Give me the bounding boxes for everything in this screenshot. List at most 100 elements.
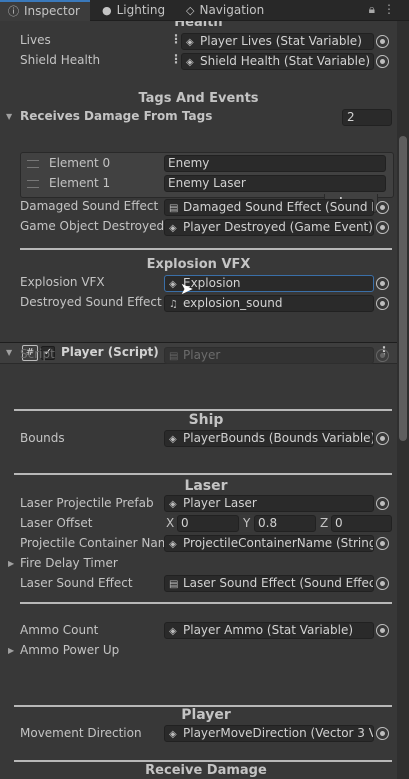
projectile-container-field[interactable]: ◈ ProjectileContainerName (String V — [164, 535, 374, 552]
receives-damage-label[interactable]: Receives Damage From Tags — [20, 109, 212, 123]
vertical-scrollbar[interactable] — [397, 21, 409, 779]
projectile-container-value: ProjectileContainerName (String V — [183, 536, 374, 550]
element-0-field[interactable]: Enemy — [164, 155, 386, 172]
movement-direction-value: PlayerMoveDirection (Vector 3 Va — [183, 726, 374, 740]
shield-health-label: Shield Health — [20, 53, 101, 67]
game-object-destroyed-label: Game Object Destroyed — [20, 219, 165, 233]
damaged-sound-label: Damaged Sound Effect — [20, 199, 159, 213]
array-size-field[interactable]: 2 — [342, 109, 392, 126]
object-icon: ◈ — [169, 223, 177, 234]
tab-navigation-label: Navigation — [199, 3, 265, 17]
laser-prefab-value: Player Laser — [183, 496, 257, 510]
shield-health-field[interactable]: ◈ Shield Health (Stat Variable) — [181, 53, 374, 70]
script-object-icon: ▤ — [169, 203, 179, 214]
drag-handle-icon[interactable] — [27, 160, 39, 168]
lock-icon[interactable]: 🔒︎ — [369, 2, 383, 16]
y-label[interactable]: Y — [243, 516, 250, 530]
divider — [20, 248, 392, 250]
z-label[interactable]: Z — [320, 516, 328, 530]
bounds-field[interactable]: ◈ PlayerBounds (Bounds Variable) — [164, 430, 374, 447]
explosion-vfx-field[interactable]: ◈ Explosion — [164, 275, 374, 292]
object-icon: ◈ — [169, 729, 177, 740]
object-picker-icon[interactable] — [376, 55, 389, 68]
section-header-player: Player — [181, 707, 231, 723]
tab-navigation[interactable]: ◇ Navigation — [186, 0, 286, 20]
tab-lighting[interactable]: ● Lighting — [102, 0, 182, 20]
bounds-value: PlayerBounds (Bounds Variable) — [183, 431, 374, 445]
ammo-count-field[interactable]: ◈ Player Ammo (Stat Variable) — [164, 622, 374, 639]
element-1-label: Element 1 — [49, 176, 111, 190]
foldout-arrow-icon[interactable]: ▼ — [6, 112, 12, 121]
divider — [14, 760, 392, 762]
ammo-power-up-label[interactable]: Ammo Power Up — [20, 643, 119, 657]
more-menu-icon[interactable]: ⋮ — [383, 2, 403, 16]
divider — [14, 473, 392, 475]
destroyed-sound-value: explosion_sound — [183, 296, 283, 310]
object-picker-icon[interactable] — [376, 297, 389, 310]
prefab-icon: ◈ — [169, 499, 177, 510]
tab-inspector[interactable]: ⓘ Inspector — [0, 0, 90, 21]
laser-offset-y-field[interactable]: 0.8 — [254, 515, 316, 532]
inspector-content: Health Lives ⋮ ◈ Player Lives (Stat Varia… — [0, 21, 397, 779]
destroyed-sound-field[interactable]: ♫ explosion_sound — [164, 295, 374, 312]
lives-label: Lives — [20, 33, 51, 47]
laser-sound-value: Laser Sound Effect (Sound Effect) — [183, 576, 374, 590]
laser-sound-field[interactable]: ▤ Laser Sound Effect (Sound Effect) — [164, 575, 374, 592]
destroyed-sound-label: Destroyed Sound Effect — [20, 295, 162, 309]
tags-list: Element 0 Enemy Element 1 Enemy Laser — [20, 152, 394, 198]
section-header-ship: Ship — [188, 412, 224, 428]
script-object-icon: ▤ — [169, 579, 179, 590]
object-icon: ◈ — [186, 37, 194, 48]
object-picker-icon[interactable] — [376, 727, 389, 740]
game-object-destroyed-value: Player Destroyed (Game Event) — [183, 220, 373, 234]
drag-handle-icon[interactable] — [27, 180, 39, 188]
laser-offset-x-field[interactable]: 0 — [177, 515, 239, 532]
object-picker-icon[interactable] — [376, 497, 389, 510]
object-picker-icon[interactable] — [376, 277, 389, 290]
object-picker-icon[interactable] — [376, 432, 389, 445]
laser-prefab-field[interactable]: ◈ Player Laser — [164, 495, 374, 512]
tab-lighting-label: Lighting — [116, 3, 166, 17]
script-label: Script — [20, 347, 55, 361]
object-picker-icon[interactable] — [376, 624, 389, 637]
damaged-sound-value: Damaged Sound Effect (Sound Effe — [183, 200, 374, 214]
scrollbar-thumb[interactable] — [399, 136, 407, 441]
component-title: Player (Script) — [61, 345, 159, 359]
game-object-destroyed-field[interactable]: ◈ Player Destroyed (Game Event) — [164, 219, 374, 236]
window-controls: 🔒︎⋮ — [369, 2, 403, 17]
laser-sound-label: Laser Sound Effect — [20, 576, 133, 590]
element-0-label: Element 0 — [49, 156, 111, 170]
section-header-receive-damage: Receive Damage — [145, 763, 267, 778]
object-picker-icon[interactable] — [376, 537, 389, 550]
x-label[interactable]: X — [166, 516, 174, 530]
section-header-explosion-vfx: Explosion VFX — [146, 257, 251, 272]
divider — [20, 602, 392, 604]
section-header-tags-events: Tags And Events — [138, 91, 259, 106]
explosion-vfx-label: Explosion VFX — [20, 275, 105, 289]
info-icon: ⓘ — [8, 5, 19, 18]
laser-offset-label: Laser Offset — [20, 516, 93, 530]
laser-offset-z-field[interactable]: 0 — [331, 515, 392, 532]
damaged-sound-field[interactable]: ▤ Damaged Sound Effect (Sound Effe — [164, 199, 374, 216]
object-picker-icon — [376, 349, 389, 362]
foldout-arrow-icon[interactable]: ▶ — [8, 646, 14, 655]
lives-field[interactable]: ◈ Player Lives (Stat Variable) — [181, 33, 374, 50]
object-icon: ◈ — [186, 57, 194, 68]
object-picker-icon[interactable] — [376, 35, 389, 48]
shield-health-value: Shield Health (Stat Variable) — [200, 54, 371, 68]
object-icon: ◈ — [169, 626, 177, 637]
object-picker-icon[interactable] — [376, 201, 389, 214]
fire-delay-timer-label[interactable]: Fire Delay Timer — [20, 556, 118, 570]
tab-bar: ⓘ Inspector ● Lighting ◇ Navigation 🔒︎⋮ — [0, 0, 409, 21]
ammo-count-value: Player Ammo (Stat Variable) — [183, 623, 354, 637]
foldout-arrow-icon[interactable]: ▼ — [6, 348, 12, 357]
object-picker-icon[interactable] — [376, 221, 389, 234]
tab-inspector-label: Inspector — [24, 4, 80, 18]
foldout-arrow-icon[interactable]: ▶ — [8, 559, 14, 568]
object-picker-icon[interactable] — [376, 577, 389, 590]
lightbulb-icon: ● — [102, 4, 112, 17]
element-1-field[interactable]: Enemy Laser — [164, 175, 386, 192]
object-icon: ◈ — [169, 434, 177, 445]
movement-direction-field[interactable]: ◈ PlayerMoveDirection (Vector 3 Va — [164, 725, 374, 742]
lives-value: Player Lives (Stat Variable) — [200, 34, 362, 48]
